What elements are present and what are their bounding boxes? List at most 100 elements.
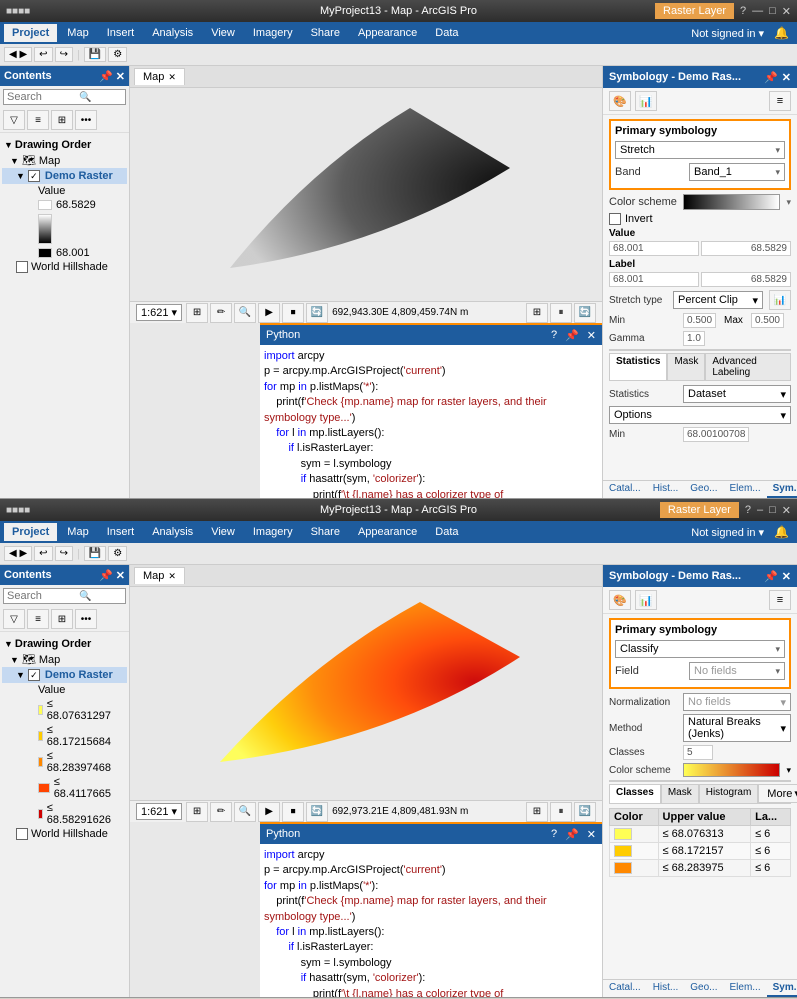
search-input-2[interactable]	[7, 590, 79, 602]
toolbar-btn-2-3[interactable]: ↪	[55, 546, 73, 561]
sym-pin-2[interactable]: 📌	[764, 570, 778, 583]
scale-box-1[interactable]: 1:621 ▾	[136, 304, 182, 321]
toolbar-btn-2[interactable]: ↩	[34, 47, 52, 62]
pin-icon-2[interactable]: 📌	[99, 569, 113, 582]
value-max-cell-1[interactable]: 68.5829	[701, 241, 791, 256]
footer-tab-geo-2[interactable]: Geo...	[684, 980, 723, 997]
map-tool-3[interactable]: 🔍	[234, 303, 256, 323]
contents-search-1[interactable]: 🔍	[3, 89, 126, 105]
advanced-labeling-tab-1[interactable]: Advanced Labeling	[705, 353, 791, 380]
tab-imagery-1[interactable]: Imagery	[245, 24, 301, 42]
world-hillshade-item-2[interactable]: World Hillshade	[2, 827, 127, 841]
toolbar-btn-3[interactable]: ↪	[55, 47, 73, 62]
footer-tab-catal-2[interactable]: Catal...	[603, 980, 647, 997]
value-min-cell-1[interactable]: 68.001	[609, 241, 699, 256]
tab-data-2[interactable]: Data	[427, 523, 466, 541]
filter-btn-2[interactable]: ▽	[3, 609, 25, 629]
classify-type-control-2[interactable]: Classify ▾	[615, 640, 785, 658]
tab-share-2[interactable]: Share	[303, 523, 348, 541]
normalization-control-2[interactable]: No fields ▾	[683, 693, 791, 711]
filter-btn-1[interactable]: ▽	[3, 110, 25, 130]
more-btn-2[interactable]: •••	[75, 609, 97, 629]
map-tool-4[interactable]: ▶	[258, 303, 280, 323]
method-control-2[interactable]: Natural Breaks (Jenks) ▾	[683, 714, 791, 742]
python-help-2[interactable]: ?	[551, 828, 557, 841]
toolbar-btn-2-1[interactable]: ◀ ▶	[4, 546, 32, 561]
map-tool-2-6[interactable]: 🔄	[306, 802, 328, 822]
tab-share-1[interactable]: Share	[303, 24, 348, 42]
not-signed-in-1[interactable]: Not signed in ▾	[691, 27, 764, 40]
sym-menu-1[interactable]: ≡	[769, 91, 791, 111]
bell-icon-1[interactable]: 🔔	[774, 26, 789, 40]
layers-btn-1[interactable]: ≡	[27, 110, 49, 130]
tab-appearance-1[interactable]: Appearance	[350, 24, 425, 42]
demo-raster-item-2[interactable]: ▼ ✓ Demo Raster	[2, 667, 127, 683]
toolbar-btn-1[interactable]: ◀ ▶	[4, 47, 32, 62]
more-btn-1[interactable]: •••	[75, 110, 97, 130]
color-scheme-swatch-1[interactable]	[683, 194, 780, 210]
more-btn-classify-2[interactable]: More ▾	[758, 784, 797, 803]
layers-btn-2[interactable]: ≡	[27, 609, 49, 629]
map-tool-5[interactable]: ⏹	[282, 303, 304, 323]
close-btn-1[interactable]: ✕	[782, 5, 791, 18]
close-contents-2[interactable]: ✕	[116, 569, 125, 582]
footer-tab-sym-1[interactable]: Sym...	[767, 481, 797, 498]
help-btn-2[interactable]: ?	[745, 504, 751, 516]
python-pin-1[interactable]: 📌	[565, 329, 579, 342]
map-tab-1[interactable]: Map ✕	[134, 68, 185, 85]
toolbar-btn-2-5[interactable]: ⚙	[108, 546, 127, 561]
tab-insert-1[interactable]: Insert	[99, 24, 143, 42]
map-tool-8[interactable]: ⏸	[550, 303, 572, 323]
statistics-tab-1[interactable]: Statistics	[609, 353, 667, 380]
classes-tab-2[interactable]: Classes	[609, 784, 661, 803]
max-value-1[interactable]: 0.500	[751, 313, 784, 328]
map-tab-close-1[interactable]: ✕	[168, 72, 176, 83]
map-tool-9[interactable]: 🔄	[574, 303, 596, 323]
toolbar-btn-2-4[interactable]: 💾	[84, 546, 106, 561]
map-tool-2-9[interactable]: 🔄	[574, 802, 596, 822]
help-btn-1[interactable]: ?	[740, 5, 746, 17]
tab-appearance-2[interactable]: Appearance	[350, 523, 425, 541]
map-tool-1[interactable]: ⊞	[186, 303, 208, 323]
map-tool-2-1[interactable]: ⊞	[186, 802, 208, 822]
statistics-control-1[interactable]: Dataset ▾	[683, 385, 791, 403]
map-item-1[interactable]: ▼ 🗺 Map	[2, 153, 127, 168]
maximize-btn-1[interactable]: □	[769, 5, 776, 17]
min-value-1[interactable]: 0.500	[683, 313, 716, 328]
map-item-2[interactable]: ▼ 🗺 Map	[2, 652, 127, 667]
invert-checkbox-1[interactable]	[609, 213, 621, 225]
min-stat-value-1[interactable]: 68.00100708	[683, 427, 749, 442]
map-tool-7[interactable]: ⊞	[526, 303, 548, 323]
tab-view-1[interactable]: View	[203, 24, 243, 42]
pin-icon-1[interactable]: 📌	[99, 70, 113, 83]
not-signed-in-2[interactable]: Not signed in ▾	[691, 526, 764, 539]
sym-chart-2[interactable]: 📊	[635, 590, 657, 610]
stretch-control-1[interactable]: Percent Clip ▾	[673, 291, 763, 309]
footer-tab-geo-1[interactable]: Geo...	[684, 481, 723, 498]
world-hillshade-checkbox-1[interactable]	[16, 261, 28, 273]
footer-tab-hist-2[interactable]: Hist...	[647, 980, 685, 997]
mask-tab-2[interactable]: Mask	[661, 784, 699, 803]
stretch-chart-btn-1[interactable]: 📊	[769, 290, 791, 310]
map-tab-close-2[interactable]: ✕	[168, 571, 176, 582]
footer-tab-elem-2[interactable]: Elem...	[724, 980, 767, 997]
sym-paint-1[interactable]: 🎨	[609, 91, 631, 111]
mask-tab-1[interactable]: Mask	[667, 353, 705, 380]
sym-menu-2[interactable]: ≡	[769, 590, 791, 610]
contents-search-2[interactable]: 🔍	[3, 588, 126, 604]
demo-raster-item-1[interactable]: ▼ ✓ Demo Raster	[2, 168, 127, 184]
tab-analysis-1[interactable]: Analysis	[144, 24, 201, 42]
close-btn-2[interactable]: ✕	[782, 504, 791, 517]
sym-paint-2[interactable]: 🎨	[609, 590, 631, 610]
map-tool-2-7[interactable]: ⊞	[526, 802, 548, 822]
tab-map-2[interactable]: Map	[59, 523, 96, 541]
classes-value-2[interactable]: 5	[683, 745, 713, 760]
options-control-1[interactable]: Options ▾	[609, 406, 791, 424]
python-help-1[interactable]: ?	[551, 329, 557, 342]
map-tool-2-5[interactable]: ⏹	[282, 802, 304, 822]
toolbar-btn-2-2[interactable]: ↩	[34, 546, 52, 561]
map-tool-2-4[interactable]: ▶	[258, 802, 280, 822]
row-swatch-2-1[interactable]	[614, 828, 632, 840]
demo-raster-checkbox-1[interactable]: ✓	[28, 170, 40, 182]
bell-icon-2[interactable]: 🔔	[774, 525, 789, 539]
